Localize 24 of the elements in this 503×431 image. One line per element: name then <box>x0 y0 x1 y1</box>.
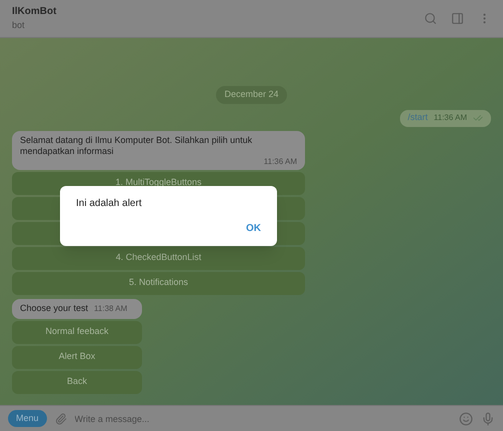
side-panel-icon[interactable] <box>451 12 464 25</box>
microphone-icon[interactable] <box>481 412 495 426</box>
message-time: 11:36 AM <box>264 156 297 166</box>
message-composer[interactable]: Menu Write a message... <box>0 405 503 431</box>
inline-keyboard-button[interactable]: Back <box>12 370 142 394</box>
search-icon[interactable] <box>424 12 437 25</box>
inline-keyboard-button[interactable]: 5. Notifications <box>12 272 305 294</box>
message-text: Selamat datang di Ilmu Komputer Bot. Silahkan pilih untuk mendapatkan informasi <box>20 134 254 156</box>
date-label: December 24 <box>216 86 287 104</box>
chat-title: IlKomBot <box>12 5 56 20</box>
inline-keyboard-button[interactable]: 4. CheckedButtonList <box>12 246 305 270</box>
menu-button[interactable]: Menu <box>8 410 47 427</box>
message-text: Choose your test <box>20 303 88 314</box>
chat-subtitle: bot <box>12 19 26 32</box>
message-time: 11:38 AM <box>94 302 128 314</box>
message-input[interactable]: Write a message... <box>74 406 451 430</box>
inline-keyboard-button[interactable]: Alert Box <box>12 346 142 368</box>
emoji-icon[interactable] <box>459 412 473 426</box>
paperclip-icon[interactable] <box>54 412 67 424</box>
inline-keyboard-button[interactable]: Normal feeback <box>12 320 142 344</box>
alert-message: Ini adalah alert <box>76 197 143 211</box>
command-link[interactable]: /start <box>408 111 428 125</box>
ok-button[interactable]: OK <box>246 221 261 236</box>
message-time: 11:36 AM <box>434 112 467 124</box>
